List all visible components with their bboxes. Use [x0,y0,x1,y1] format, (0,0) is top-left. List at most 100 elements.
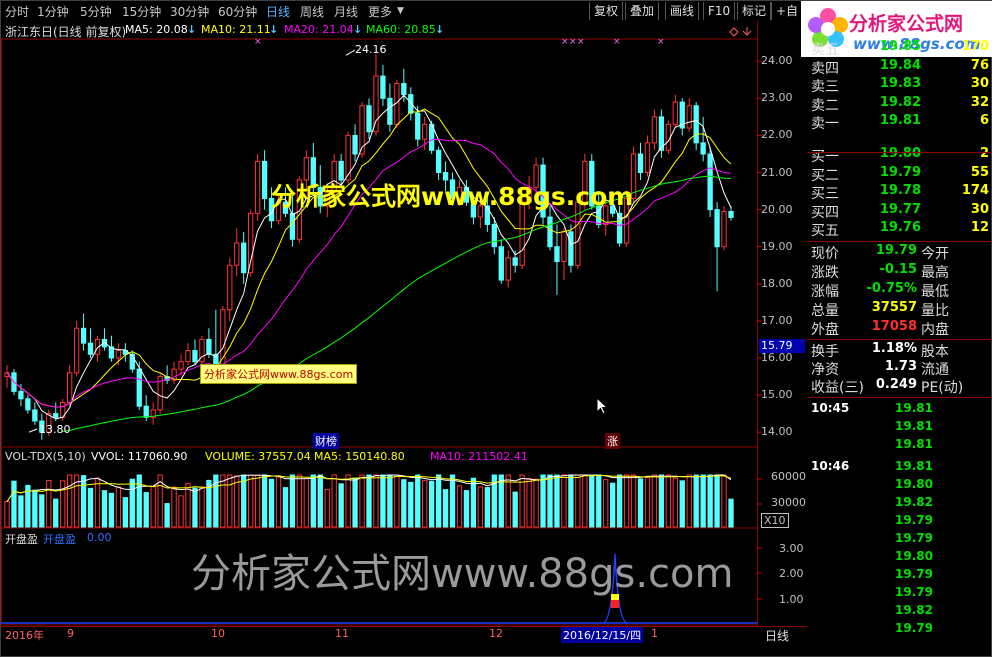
candle-body [470,201,477,218]
stats2-panel: 换手 1.18% 股本 净资 1.73 流通 收益(三) 0.249 PE(动) [807,341,992,397]
volume-bar [387,474,393,528]
tick-row: 19.79 [807,531,992,549]
ask-price: 19.85 [879,39,921,54]
indicator-marker-red [611,600,619,608]
volume-bar [171,486,177,528]
volume-bar [32,489,38,528]
stats2-divider [807,339,992,340]
candle-body [728,210,734,218]
volume-value: VOLUME: 37557.04 [205,450,311,463]
tick-row: 19.80 [807,549,992,567]
bid-volume: 2 [979,146,989,161]
cursor-date-label: 2016/12/15/四 [561,627,644,643]
tick-row: 19.81 [807,419,992,437]
stat-row: 现价 19.79 今开 [807,243,992,262]
volume-bar [136,474,142,528]
volume-bar [596,474,602,528]
volume-bar [227,474,233,528]
candle-body [547,216,553,248]
candle-body [247,212,254,274]
stat-value: 1.73 [884,359,917,374]
ask-row: 卖五 19.85 170 [807,39,992,58]
price-axis-label: 24.00 [761,54,793,68]
volume-bar [108,492,115,528]
tick-time: 10:45 [811,401,850,415]
tick-price: 19.79 [895,621,933,635]
candle-body [136,368,142,407]
bid-label: 买二 [811,167,839,184]
candle-body [53,413,59,418]
volume-bar [199,486,205,528]
bid-label: 买四 [811,204,839,221]
candle-body [435,149,442,174]
candle-body [651,116,658,144]
volume-bar [651,474,658,528]
mouse-cursor-icon [596,397,609,415]
tick-row: 10:45 19.81 [807,401,992,419]
candle-body [484,205,491,225]
candle-body [66,372,73,403]
candle-body [87,342,94,355]
candle-body [366,105,372,133]
volume-bar [359,474,365,528]
volume-panel-title: VOL-TDX(5,10) [5,450,86,463]
low-price-label: 13.80 [39,423,71,436]
volume-bar [352,477,358,528]
bid-price: 19.77 [879,201,921,217]
stat-row: 涨跌 -0.15 最高 [807,262,992,281]
indicator-marker-yellow [611,594,619,600]
volume-bar [435,474,442,528]
cross-marker: × [561,37,569,47]
volume-bar [672,477,678,528]
volume-axis-30000: 30000 [771,496,806,509]
stat-value: 1.18% [871,341,917,356]
date-label-sep: 9 [67,627,74,640]
candle-body [310,157,316,188]
order-book-divider [807,152,992,153]
stat-label-secondary: 量比 [921,303,949,319]
tick-price: 19.79 [895,531,933,545]
volume-bar [94,477,101,528]
price-axis-label: 23.00 [761,91,793,105]
bid-volume: 12 [970,220,989,235]
cross-marker: × [254,37,262,47]
tick-price: 19.81 [895,401,933,415]
candle-body [373,75,379,133]
current-price-tag: 15.79 [759,339,805,353]
kline-chart[interactable] [1,1,807,641]
down-arrow-icon [742,27,752,36]
volume-bar [561,474,567,528]
cross-marker: × [577,37,585,47]
volume-bar [637,478,644,528]
candle-body [442,172,449,181]
tick-row: 19.82 [807,495,992,513]
stat-label-secondary: 最低 [921,284,949,300]
tick-time: 10:46 [811,459,850,473]
stat-row: 外盘 17058 内盘 [807,319,992,338]
cross-marker: × [613,37,621,47]
stat-label-secondary: 内盘 [921,322,949,338]
stat-label: 换手 [811,344,839,360]
ask-row: 卖一 19.81 6 [807,113,992,132]
cross-marker: × [657,37,665,47]
candle-body [568,231,574,266]
candle-body [623,197,630,244]
volume-bar [679,480,685,528]
volume-bar [700,474,706,528]
stat-label-secondary: 股本 [921,344,949,360]
volume-bar [616,474,623,528]
cai-bang-marker[interactable]: 财榜 [313,433,339,449]
ask-volume: 32 [970,94,989,110]
ask-volume: 6 [979,113,989,128]
volume-bar [4,501,10,528]
volume-bar [575,474,581,528]
ask-price: 19.83 [879,76,921,91]
volume-bar [456,485,463,528]
volume-bar [449,474,456,528]
volume-bar [714,474,720,528]
stat-label: 收益(三) [811,380,864,396]
zhang-marker[interactable]: 涨 [605,433,620,449]
candle-body [561,231,567,263]
vvol-value: VVOL: 117060.90 [91,450,188,463]
volume-bar [254,474,261,528]
